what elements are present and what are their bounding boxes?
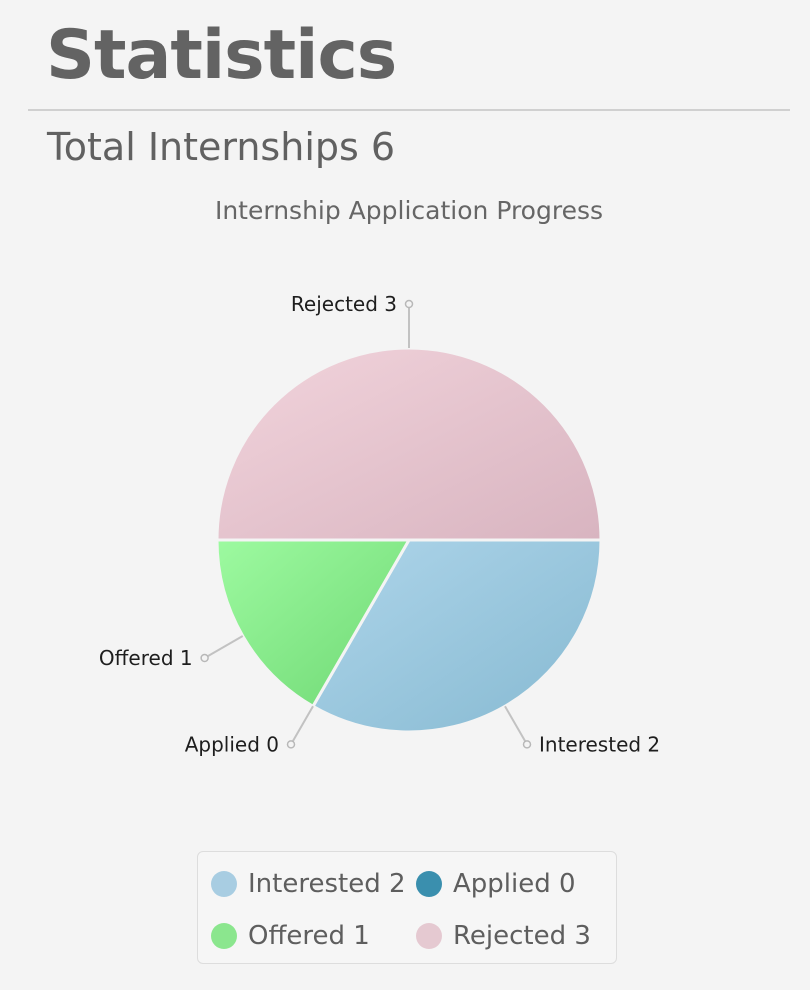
- label-marker-rejected: [404, 299, 414, 309]
- label-marker-offered: [200, 653, 209, 663]
- slice-label-interested: Interested 2: [539, 732, 660, 756]
- legend-swatch-offered: [211, 923, 237, 949]
- legend-label-offered: Offered 1: [248, 921, 370, 951]
- slice-label-rejected: Rejected 3: [291, 292, 397, 316]
- legend-swatch-rejected: [416, 923, 442, 949]
- legend-label-rejected: Rejected 3: [453, 921, 591, 951]
- label-marker-interested: [522, 740, 532, 749]
- pie-slices: [215, 346, 603, 734]
- chart-title: Internship Application Progress: [215, 196, 603, 225]
- slice-label-offered: Offered 1: [99, 646, 193, 670]
- label-line-offered: [204, 635, 244, 659]
- label-line-interested: [504, 705, 528, 745]
- legend-swatch-interested: [211, 871, 237, 897]
- pie-slice-rejected: [215, 346, 603, 542]
- slice-label-applied: Applied 0: [185, 732, 279, 756]
- chart-legend: Interested 2 Applied 0 Offered 1 Rejecte…: [197, 851, 617, 964]
- legend-item-rejected: Rejected 3: [416, 916, 591, 956]
- legend-item-offered: Offered 1: [211, 916, 370, 956]
- statistics-page: Statistics Total Internships 6 Internshi…: [0, 0, 810, 990]
- pie-chart: Internship Application Progress Interest…: [99, 196, 660, 756]
- legend-label-applied: Applied 0: [453, 869, 576, 899]
- label-line-applied: [290, 705, 314, 745]
- legend-item-applied: Applied 0: [416, 864, 576, 904]
- legend-label-interested: Interested 2: [248, 869, 406, 899]
- legend-item-interested: Interested 2: [211, 864, 406, 904]
- label-marker-applied: [286, 740, 296, 749]
- legend-swatch-applied: [416, 871, 442, 897]
